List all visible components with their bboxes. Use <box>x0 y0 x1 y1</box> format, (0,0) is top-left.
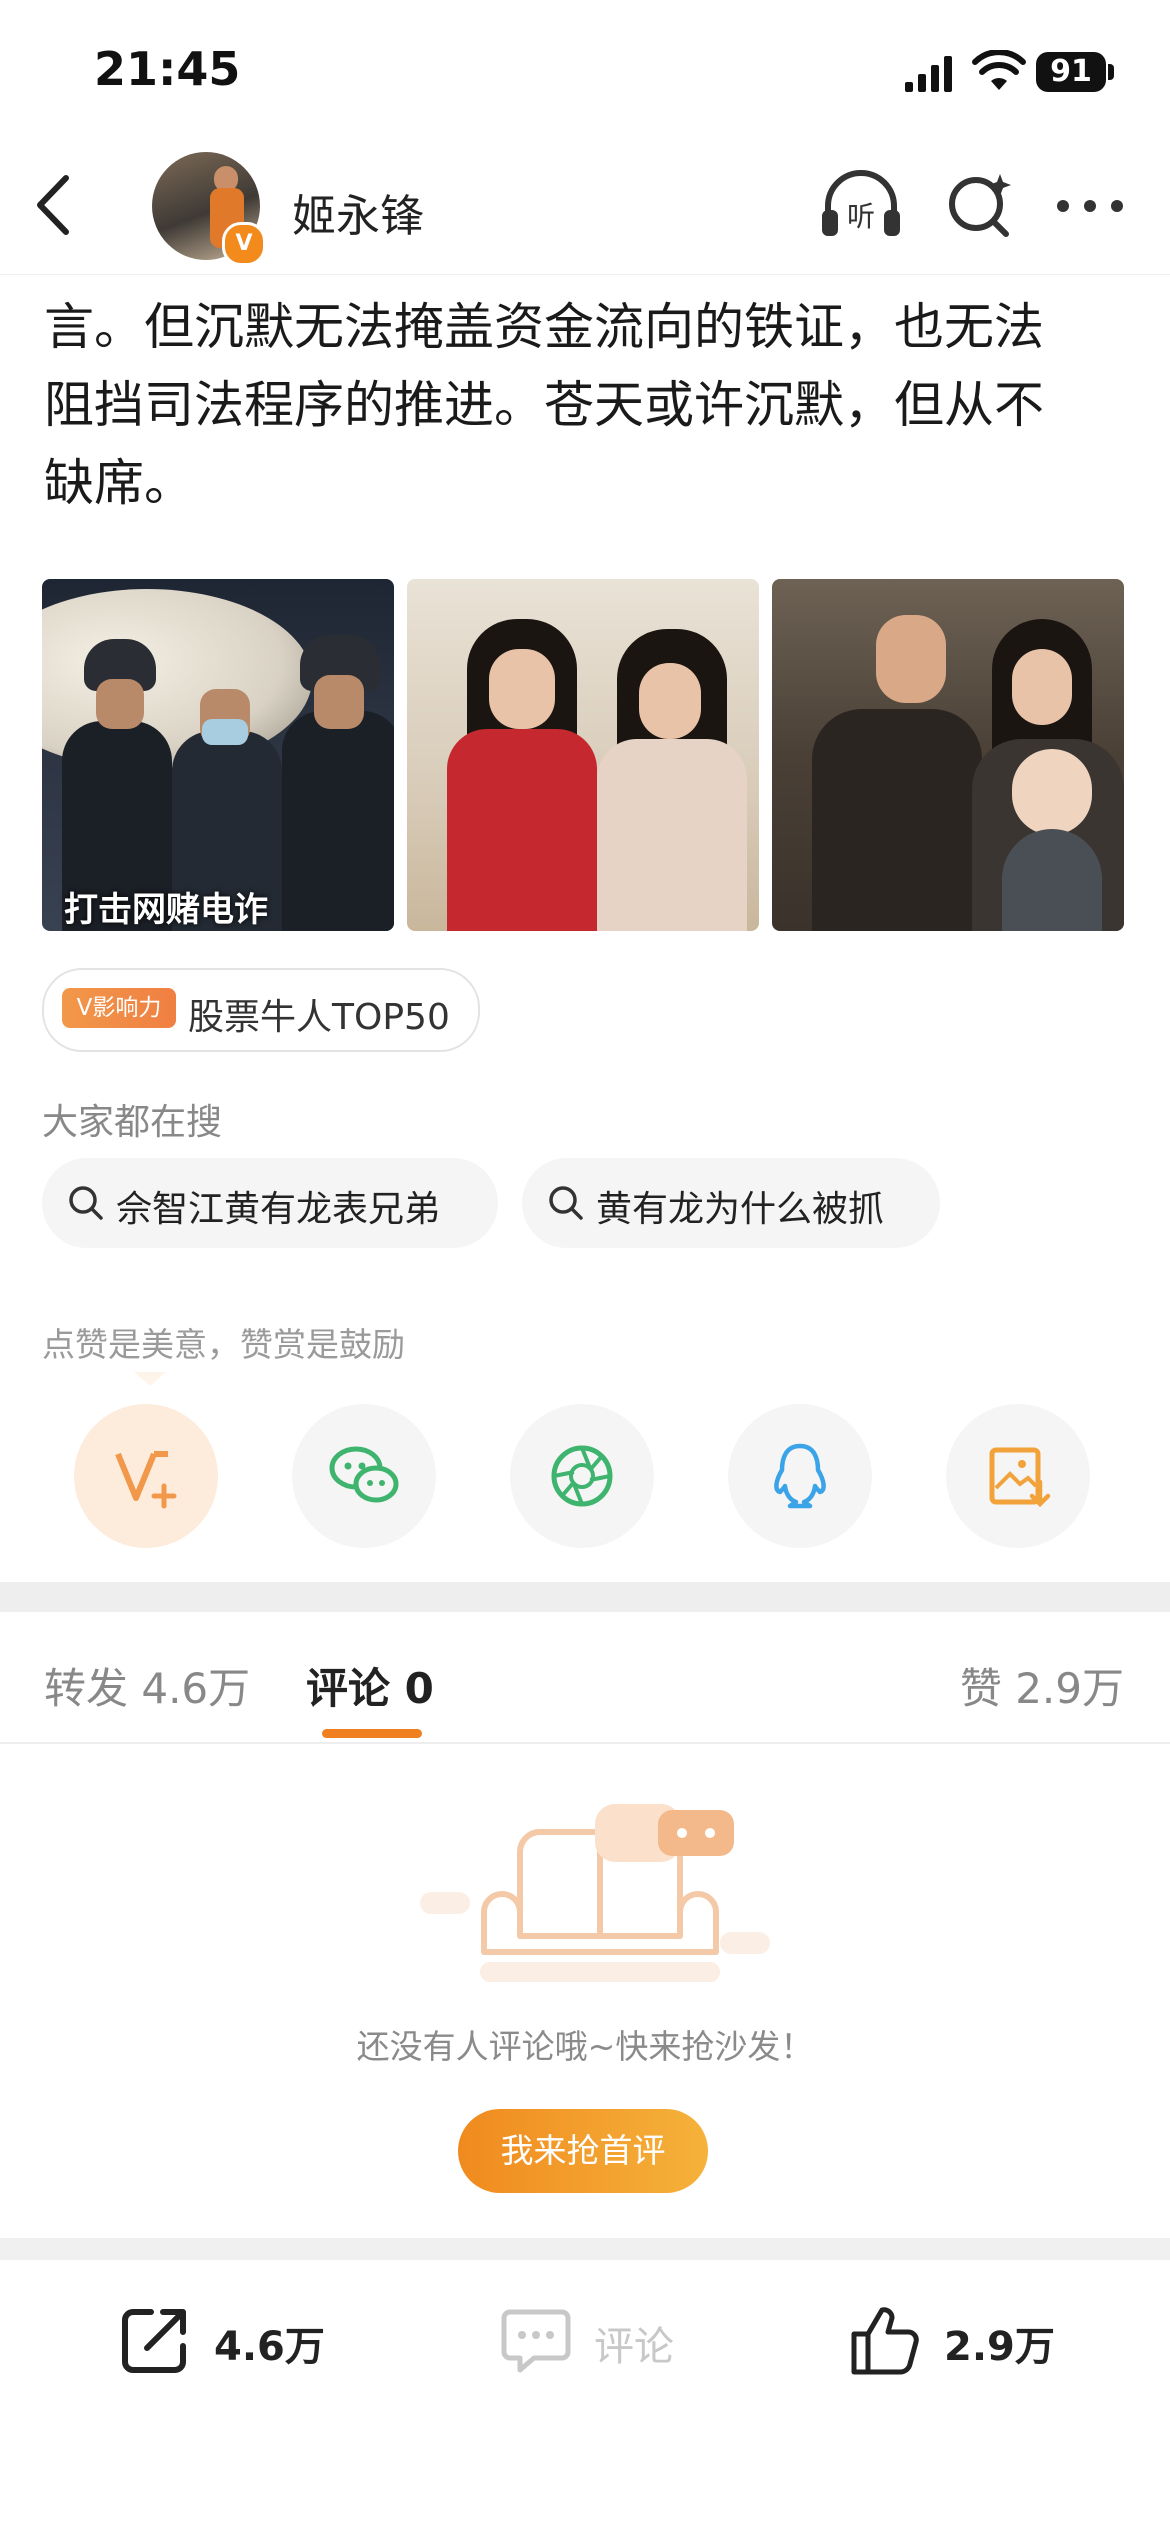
qq-icon <box>774 1443 826 1509</box>
post-image-1[interactable]: 打击网赌电诈 <box>42 579 394 931</box>
search-suggestion-label: 佘智江黄有龙表兄弟 <box>116 1189 441 1230</box>
tab-like[interactable]: 赞 2.9万 <box>960 1655 1124 1716</box>
comment-label[interactable]: 评论 <box>594 2314 674 2372</box>
moments-icon <box>551 1445 613 1507</box>
battery-tip <box>1108 64 1114 80</box>
battery-indicator: 91 <box>1036 52 1106 92</box>
repost-count[interactable]: 4.6万 <box>214 2314 325 2372</box>
tab-divider <box>0 1742 1170 1744</box>
thumbs-up-icon[interactable] <box>846 2302 922 2378</box>
wechat-icon <box>329 1446 399 1503</box>
search-suggestion-label: 黄有龙为什么被抓 <box>596 1189 885 1230</box>
like-count[interactable]: 2.9万 <box>944 2314 1055 2372</box>
influence-badge: V影响力 <box>62 988 176 1028</box>
active-tab-indicator <box>322 1729 422 1738</box>
trending-search-title: 大家都在搜 <box>42 1102 223 1143</box>
empty-comments-text: 还没有人评论哦~快来抢沙发！ <box>356 2027 814 2066</box>
article-line: 阻挡司法程序的推进。苍天或许沉默，但从不 <box>44 376 1044 434</box>
reward-button[interactable] <box>74 1404 218 1548</box>
tab-repost[interactable]: 转发 4.6万 <box>44 1655 250 1716</box>
search-icon <box>549 1186 583 1220</box>
image-caption: 打击网赌电诈 <box>64 890 268 930</box>
username[interactable]: 姬永锋 <box>292 180 424 244</box>
first-comment-button[interactable]: 我来抢首评 <box>458 2109 708 2193</box>
save-image-button[interactable] <box>946 1404 1090 1548</box>
svg-text:听: 听 <box>847 200 875 233</box>
tooltip-arrow <box>134 1372 166 1386</box>
search-icon <box>69 1186 103 1220</box>
search-sparkle-icon[interactable] <box>944 170 1014 240</box>
cellular-signal-icon <box>905 56 952 92</box>
wifi-icon <box>972 50 1026 90</box>
reward-v-icon <box>115 1451 177 1509</box>
article-line: 言。但沉默无法掩盖资金流向的铁证，也无法 <box>44 298 1044 356</box>
post-image-2[interactable] <box>407 579 759 931</box>
bottom-divider <box>0 2238 1170 2260</box>
share-wechat-button[interactable] <box>292 1404 436 1548</box>
influence-tag-label: 股票牛人TOP50 <box>188 997 450 1038</box>
empty-sofa-illustration <box>420 1804 770 1982</box>
headphones-listen-icon[interactable]: 听 <box>818 166 904 242</box>
search-suggestion[interactable]: 黄有龙为什么被抓 <box>522 1158 940 1248</box>
back-arrow-icon[interactable] <box>30 170 80 240</box>
article-body: 盾牌的罪恶，终将无处遁形。李湘至今未发一 言。但沉默无法掩盖资金流向的铁证，也无… <box>44 274 1134 544</box>
verified-badge-icon: V <box>222 222 266 266</box>
share-moments-button[interactable] <box>510 1404 654 1548</box>
share-qq-button[interactable] <box>728 1404 872 1548</box>
section-divider <box>0 1582 1170 1612</box>
search-suggestion[interactable]: 佘智江黄有龙表兄弟 <box>42 1158 498 1248</box>
encourage-text: 点赞是美意，赞赏是鼓励 <box>42 1325 405 1364</box>
post-image-3[interactable] <box>772 579 1124 931</box>
repost-icon[interactable] <box>117 2302 193 2378</box>
status-time: 21:45 <box>94 42 241 96</box>
tab-comment[interactable]: 评论 0 <box>306 1655 434 1716</box>
more-options-icon[interactable] <box>1055 198 1125 214</box>
comment-icon[interactable] <box>498 2302 574 2378</box>
article-line: 缺席。 <box>44 454 194 512</box>
save-image-icon <box>989 1447 1051 1508</box>
article-line: 盾牌的罪恶，终将无处遁形。李湘至今未发一 <box>44 274 1134 288</box>
